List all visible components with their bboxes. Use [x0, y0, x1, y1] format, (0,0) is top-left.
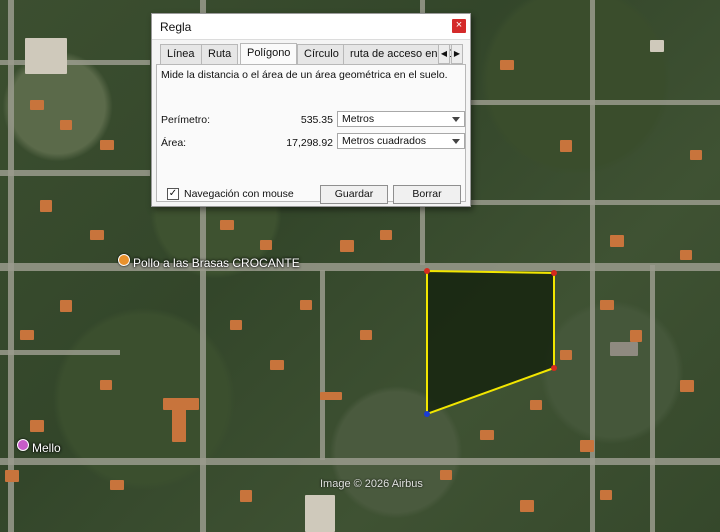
forest-area: [427, 271, 554, 414]
mouse-nav-checkbox[interactable]: ✓: [167, 188, 179, 200]
dialog-titlebar[interactable]: Regla ×: [152, 14, 470, 40]
area-value: 17,298.92: [286, 137, 333, 149]
restaurant-pin-icon[interactable]: [118, 254, 130, 266]
close-button[interactable]: ×: [452, 19, 466, 33]
polygon-panel: Mide la distancia o el área de un área g…: [156, 64, 466, 204]
mouse-nav-label: Navegación con mouse: [184, 188, 294, 200]
tab-circulo[interactable]: Círculo: [297, 44, 346, 64]
area-label: Área:: [161, 137, 187, 149]
chevron-down-icon: [452, 139, 460, 144]
ruler-dialog: Regla × Línea Ruta Polígono Círculo ruta…: [151, 13, 471, 207]
polygon-vertex[interactable]: [424, 268, 430, 274]
tab-scroll-right-icon[interactable]: ▶: [451, 44, 463, 64]
clear-button[interactable]: Borrar: [393, 185, 461, 204]
perimeter-unit-select[interactable]: Metros: [337, 111, 465, 127]
imagery-credit: Image © 2026 Airbus: [320, 478, 423, 490]
perimeter-label: Perímetro:: [161, 114, 211, 126]
dialog-title: Regla: [160, 20, 192, 34]
tab-scroll-left-icon[interactable]: ◀: [438, 44, 450, 64]
tab-ruta[interactable]: Ruta: [201, 44, 239, 64]
place-label-shop[interactable]: Mello: [32, 441, 61, 455]
save-button[interactable]: Guardar: [320, 185, 388, 204]
panel-description: Mide la distancia o el área de un área g…: [161, 69, 448, 81]
polygon-vertex[interactable]: [551, 365, 557, 371]
tab-linea[interactable]: Línea: [160, 44, 202, 64]
area-unit-select[interactable]: Metros cuadrados: [337, 133, 465, 149]
place-label-restaurant[interactable]: Pollo a las Brasas CROCANTE: [133, 256, 300, 270]
tab-bar: Línea Ruta Polígono Círculo ruta de acce…: [160, 43, 463, 64]
close-icon: ×: [455, 19, 463, 31]
perimeter-value: 535.35: [300, 114, 333, 126]
perimeter-unit-value: Metros: [342, 113, 375, 125]
tab-poligono[interactable]: Polígono: [240, 43, 298, 64]
shop-pin-icon[interactable]: [17, 439, 29, 451]
polygon-vertex[interactable]: [551, 270, 557, 276]
area-unit-value: Metros cuadrados: [342, 135, 427, 147]
chevron-down-icon: [452, 117, 460, 122]
polygon-vertex-last[interactable]: [424, 411, 430, 417]
